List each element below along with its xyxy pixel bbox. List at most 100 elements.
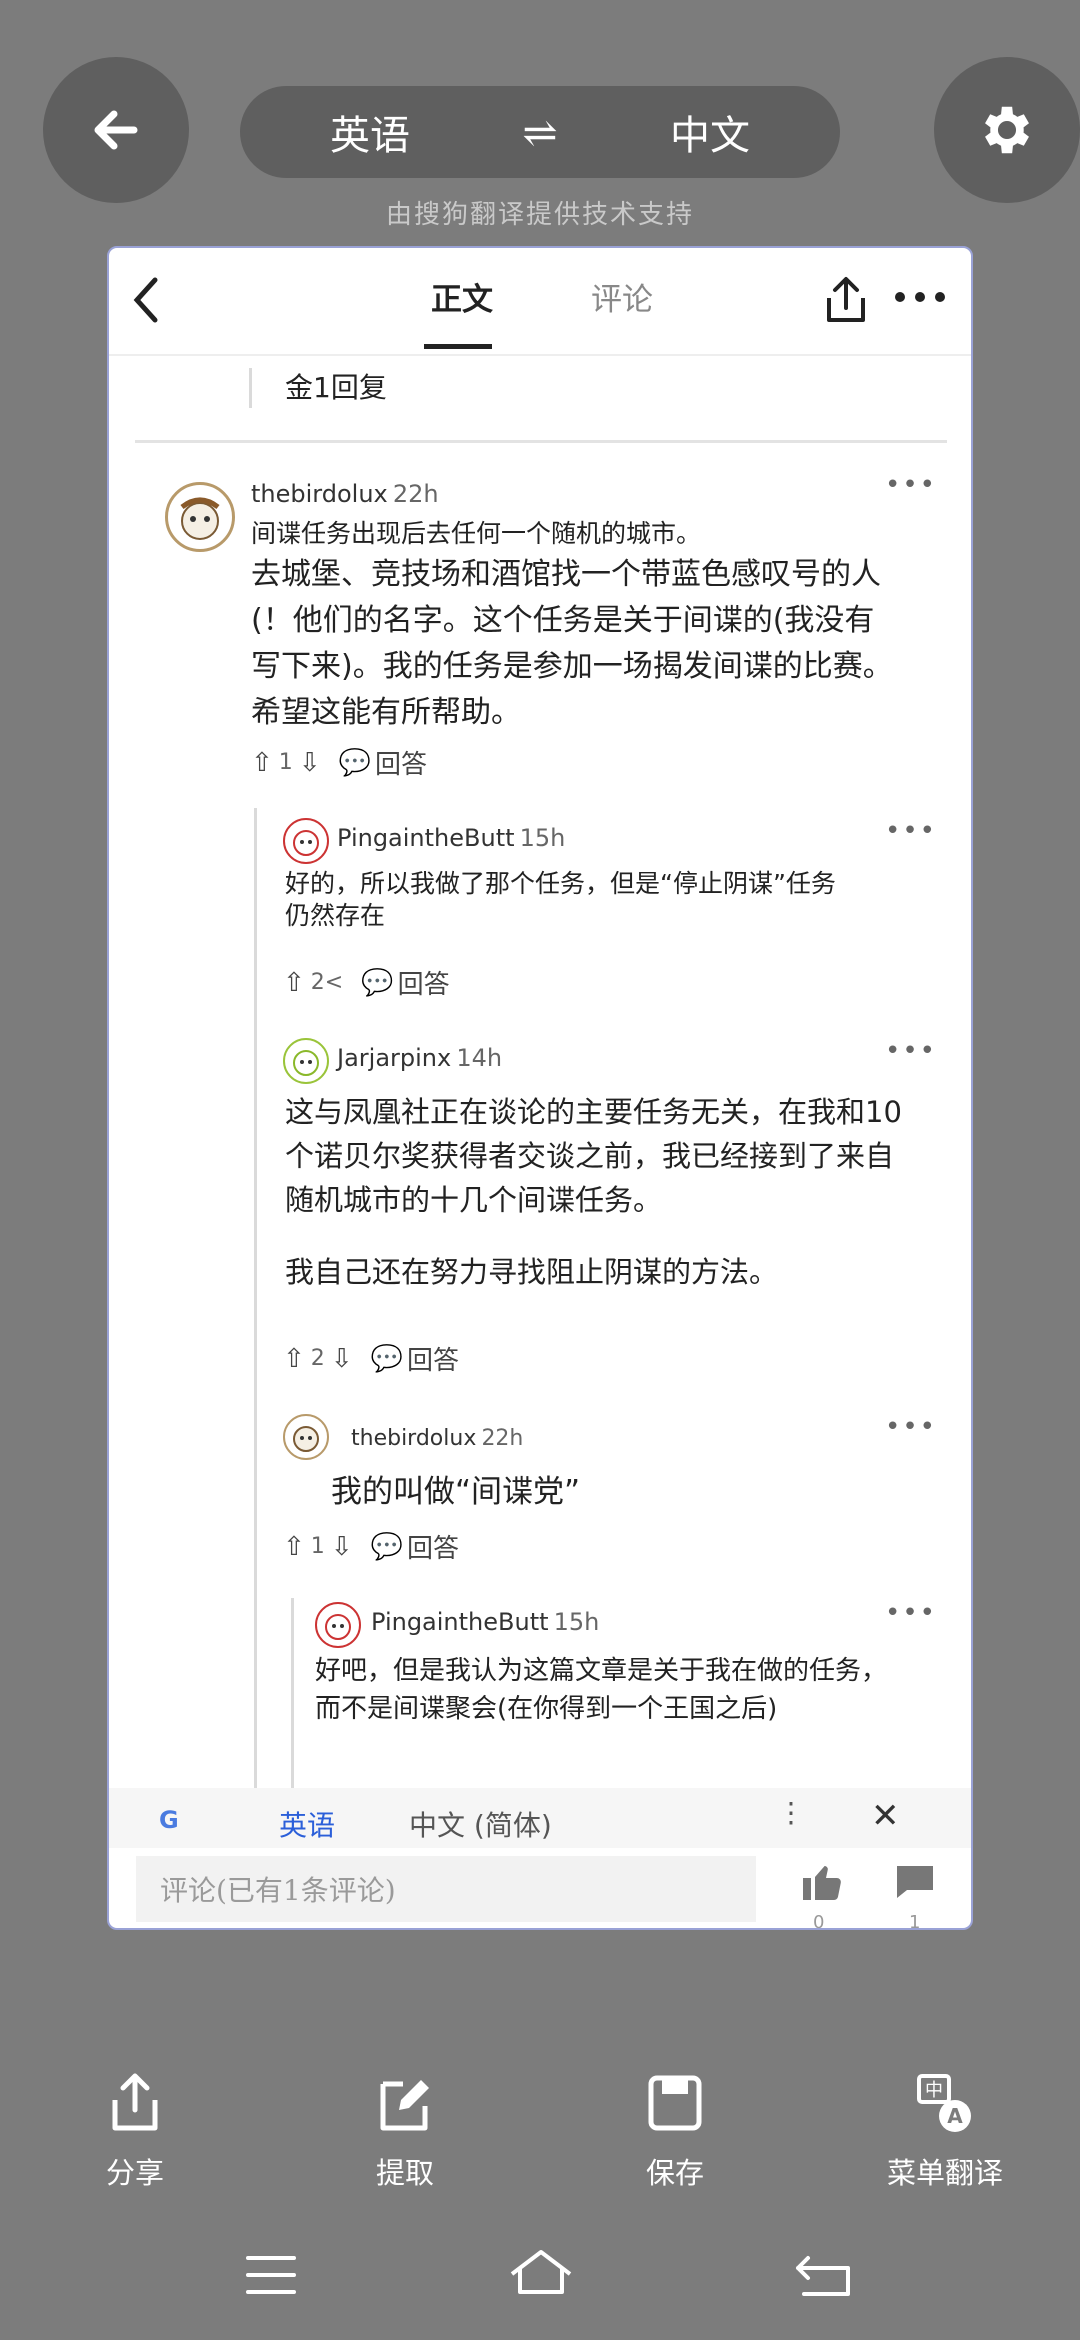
more-options-icon[interactable]: ••• xyxy=(885,1036,937,1066)
reply-bubble-icon[interactable]: 💬 xyxy=(339,748,371,778)
upvote-icon[interactable]: ⇧ xyxy=(283,1532,305,1562)
comment-text: 我自己还在努力寻找阻止阴谋的方法。 xyxy=(285,1255,779,1289)
downvote-icon[interactable]: ⇩ xyxy=(299,748,321,778)
close-icon[interactable]: ✕ xyxy=(871,1796,900,1836)
comment-text: 好的，所以我做了那个任务，但是“停止阴谋”任务仍然存在 xyxy=(285,869,836,930)
home-icon[interactable] xyxy=(506,2246,576,2298)
menu-translate-button[interactable]: 中 A 菜单翻译 xyxy=(865,2070,1025,2192)
more-vertical-icon[interactable]: ⋮ xyxy=(777,1796,805,1829)
timestamp: 15h xyxy=(553,1608,600,1636)
reply-bubble-icon[interactable]: 💬 xyxy=(361,968,393,998)
vote-count: 2< xyxy=(310,970,344,995)
comment-text: 这与凤凰社正在谈论的主要任务无关，在我和10个诺贝尔奖获得者交谈之前，我已经接到… xyxy=(285,1095,902,1217)
tab-comments[interactable]: 评论 xyxy=(591,274,653,319)
arrow-left-icon xyxy=(94,110,138,150)
vote-count: 2 xyxy=(310,1346,325,1371)
reply-button[interactable]: 回答 xyxy=(398,964,450,1001)
avatar[interactable] xyxy=(315,1602,361,1648)
edit-icon xyxy=(380,2080,429,2131)
more-options-icon[interactable]: ••• xyxy=(885,816,937,846)
translate-source-lang[interactable]: 英语 xyxy=(279,1804,335,1844)
reply-button[interactable]: 回答 xyxy=(407,1340,459,1377)
comment-text: 去城堡、竞技场和酒馆找一个带蓝色感叹号的人(！他们的名字。这个任务是关于间谍的(… xyxy=(251,557,893,730)
comment-input[interactable]: 评论(已有1条评论) xyxy=(136,1856,756,1922)
upvote-icon[interactable]: ⇧ xyxy=(283,968,305,998)
target-language[interactable]: 中文 xyxy=(580,103,840,161)
user-avatar-icon xyxy=(180,497,220,540)
avatar[interactable] xyxy=(283,1414,329,1460)
user-avatar-icon xyxy=(293,1050,319,1076)
avatar[interactable] xyxy=(165,482,235,552)
more-options-icon[interactable]: ••• xyxy=(885,470,937,500)
username[interactable]: thebirdolux xyxy=(351,1426,476,1451)
username[interactable]: PingaintheButt xyxy=(337,824,515,852)
settings-button[interactable] xyxy=(934,57,1080,203)
chevron-left-icon[interactable] xyxy=(127,272,167,328)
user-avatar-icon xyxy=(293,1426,319,1452)
google-translate-icon[interactable]: G xyxy=(159,1806,179,1834)
comment-header: PingaintheButt 15h xyxy=(337,824,565,852)
comment-count: 1 xyxy=(909,1912,921,1930)
svg-text:中: 中 xyxy=(925,2080,943,2101)
translate-bar: G 英语 中文 (简体) ⋮ ✕ xyxy=(109,1788,971,1848)
user-avatar-icon xyxy=(293,830,319,856)
powered-by-label: 由搜狗翻译提供技术支持 xyxy=(385,200,694,230)
reply-bubble-icon[interactable]: 💬 xyxy=(371,1344,403,1374)
thread-line xyxy=(249,368,252,408)
comment-actions: ⇧ 1 ⇩ 💬 回答 xyxy=(251,744,427,781)
back-nav-icon[interactable] xyxy=(794,2252,854,2298)
vote-count: 1 xyxy=(278,750,293,775)
like-count: 0 xyxy=(813,1912,825,1930)
language-selector[interactable]: 英语 ⇌ 中文 xyxy=(240,86,840,178)
menu-icon[interactable] xyxy=(244,2254,298,2296)
more-options-icon[interactable]: ••• xyxy=(885,1412,937,1442)
comment-header: Jarjarpinx 14h xyxy=(337,1044,502,1072)
avatar[interactable] xyxy=(283,1038,329,1084)
screenshot-preview: 正文 评论 金1回复 thebirdolux 22h ••• 间谍任务出现后去任… xyxy=(107,246,973,1930)
reply-button[interactable]: 回答 xyxy=(407,1528,459,1565)
tab-main-text[interactable]: 正文 xyxy=(431,274,493,319)
reply-bubble-icon[interactable]: 💬 xyxy=(371,1532,403,1562)
username[interactable]: thebirdolux xyxy=(251,480,388,508)
avatar[interactable] xyxy=(283,818,329,864)
share-icon xyxy=(112,2073,158,2131)
timestamp: 22h xyxy=(481,1426,524,1451)
comment-actions: ⇧ 2< 💬 回答 xyxy=(283,964,450,1001)
username[interactable]: Jarjarpinx xyxy=(337,1044,451,1072)
downvote-icon[interactable]: ⇩ xyxy=(331,1344,353,1374)
more-options-icon[interactable]: ••• xyxy=(885,1598,937,1628)
upvote-icon[interactable]: ⇧ xyxy=(251,748,273,778)
thread-line xyxy=(254,808,257,1818)
vote-count: 1 xyxy=(310,1534,325,1559)
topbar-divider xyxy=(109,354,971,356)
timestamp: 14h xyxy=(456,1044,503,1072)
save-label: 保存 xyxy=(645,2156,704,2190)
upvote-icon[interactable]: ⇧ xyxy=(283,1344,305,1374)
comment-header: PingaintheButt 15h xyxy=(371,1608,599,1636)
comment-header: thebirdolux 22h xyxy=(351,1426,523,1451)
save-button[interactable]: 保存 xyxy=(595,2070,755,2192)
like-icon[interactable] xyxy=(799,1858,847,1906)
active-tab-indicator xyxy=(424,344,492,349)
save-icon xyxy=(648,2075,702,2131)
share-button[interactable]: 分享 xyxy=(55,2070,215,2192)
timestamp: 22h xyxy=(392,480,439,508)
reply-button[interactable]: 回答 xyxy=(375,744,427,781)
more-options-icon[interactable] xyxy=(893,290,947,304)
comment-text: 间谍任务出现后去任何一个随机的城市。 xyxy=(251,519,702,548)
extract-button[interactable]: 提取 xyxy=(325,2070,485,2192)
downvote-icon[interactable]: ⇩ xyxy=(331,1532,353,1562)
username[interactable]: PingaintheButt xyxy=(371,1608,549,1636)
share-icon[interactable] xyxy=(821,274,871,328)
source-language[interactable]: 英语 xyxy=(240,103,500,161)
previous-reply-text: 金1回复 xyxy=(285,371,387,404)
translate-icon: 中 A xyxy=(917,2074,971,2132)
translate-target-lang[interactable]: 中文 (简体) xyxy=(409,1804,552,1844)
svg-text:A: A xyxy=(947,2104,963,2128)
back-button[interactable] xyxy=(43,57,189,203)
user-avatar-icon xyxy=(325,1614,351,1640)
comment-text: 我的叫做“间谍党” xyxy=(331,1474,581,1510)
swap-arrows-icon[interactable]: ⇌ xyxy=(500,108,580,157)
comment-text: 好吧，但是我认为这篇文章是关于我在做的任务，而不是间谍聚会(在你得到一个王国之后… xyxy=(315,1656,888,1724)
comment-bubble-icon[interactable] xyxy=(891,1858,939,1906)
